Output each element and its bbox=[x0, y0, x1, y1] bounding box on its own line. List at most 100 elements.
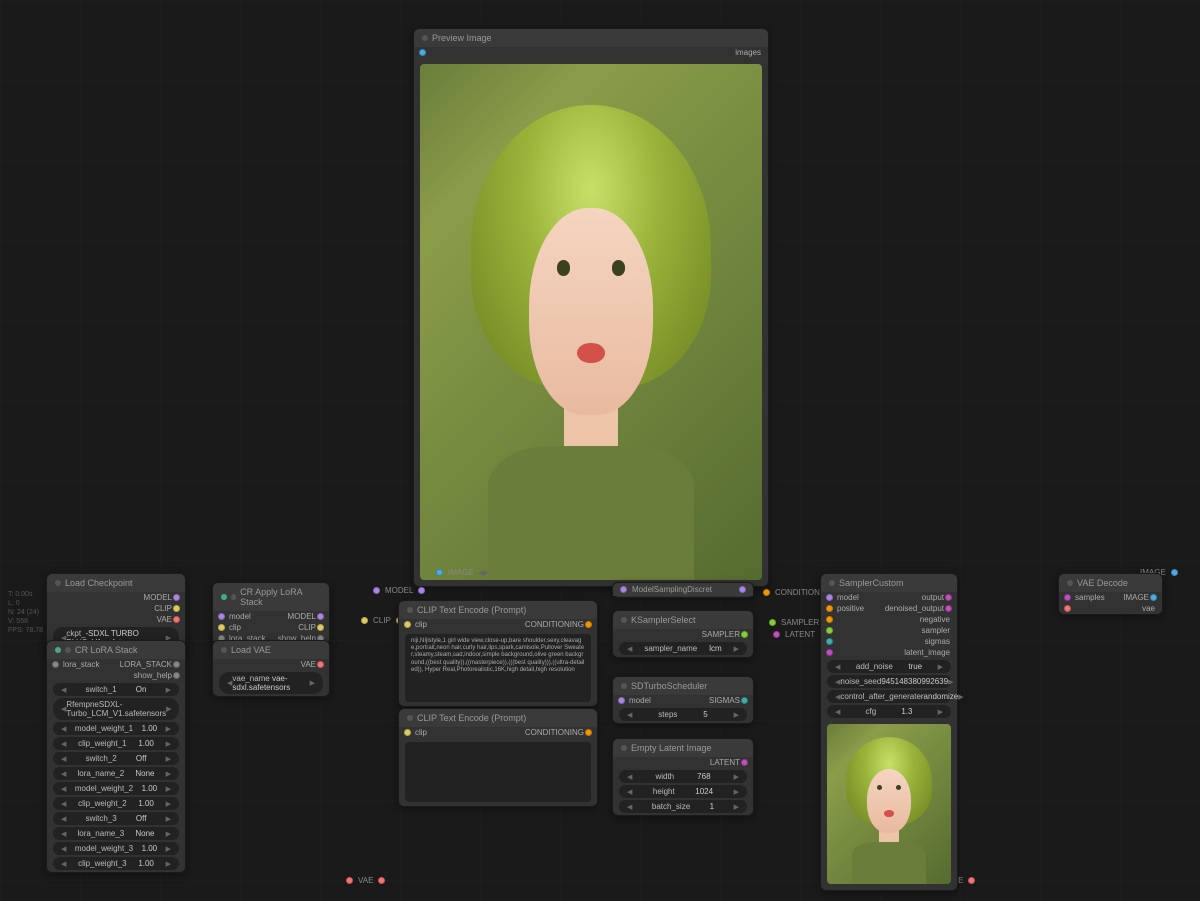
output-label: MODEL bbox=[51, 593, 172, 602]
node-load-vae[interactable]: Load VAE VAE ◀vae_name vae-sdxl.safetens… bbox=[212, 640, 330, 697]
node-apply-lora[interactable]: CR Apply LoRA Stack modelMODEL clipCLIP … bbox=[212, 582, 330, 645]
input-port[interactable] bbox=[826, 594, 833, 601]
lora-widget[interactable]: ◀clip_weight_21.00▶ bbox=[53, 797, 179, 810]
node-header[interactable]: SDTurboScheduler bbox=[613, 677, 753, 695]
output-port-model[interactable] bbox=[173, 594, 180, 601]
output-port-latent[interactable] bbox=[741, 759, 748, 766]
lora-widget[interactable]: ◀lora_name_2None▶ bbox=[53, 767, 179, 780]
node-header[interactable]: ModelSamplingDiscret bbox=[613, 583, 753, 596]
prompt-textarea[interactable]: niji,NIjistyle,1 girl wide view,close-up… bbox=[405, 634, 591, 702]
lora-widget[interactable]: ◀clip_weight_11.00▶ bbox=[53, 737, 179, 750]
input-port[interactable] bbox=[826, 649, 833, 656]
node-header[interactable]: Load Checkpoint bbox=[47, 574, 185, 592]
node-header[interactable]: CLIP Text Encode (Prompt) bbox=[399, 601, 597, 619]
height-widget[interactable]: ◀height1024▶ bbox=[619, 785, 747, 798]
input-port[interactable] bbox=[826, 605, 833, 612]
output-label: IMAGE bbox=[1108, 593, 1149, 602]
input-port[interactable] bbox=[620, 586, 627, 593]
node-sdturbo-scheduler[interactable]: SDTurboScheduler modelSIGMAS ◀steps5▶ bbox=[612, 676, 754, 724]
output-port[interactable] bbox=[173, 672, 180, 679]
node-header[interactable]: KSamplerSelect bbox=[613, 611, 753, 629]
output-port-conditioning[interactable] bbox=[585, 621, 592, 628]
output-label: VAE bbox=[217, 660, 316, 669]
output-port-vae[interactable] bbox=[173, 616, 180, 623]
input-port[interactable] bbox=[1064, 605, 1071, 612]
input-port-images[interactable] bbox=[419, 49, 426, 56]
input-label: clip bbox=[412, 728, 430, 737]
node-clip-encode-positive[interactable]: CLIP Text Encode (Prompt) clipCONDITIONI… bbox=[398, 600, 598, 707]
lora-widget[interactable]: ◀model_weight_21.00▶ bbox=[53, 782, 179, 795]
input-label: model bbox=[626, 696, 654, 705]
node-header[interactable]: VAE Decode bbox=[1059, 574, 1162, 592]
output-port[interactable] bbox=[945, 594, 952, 601]
node-sampler-custom[interactable]: SamplerCustom modeloutput positivedenois… bbox=[820, 573, 958, 891]
input-port[interactable] bbox=[826, 638, 833, 645]
prompt-textarea[interactable] bbox=[405, 742, 591, 802]
sampler-preview bbox=[827, 724, 951, 884]
sampler-widget[interactable]: ◀cfg1.3▶ bbox=[827, 705, 951, 718]
node-header[interactable]: CLIP Text Encode (Prompt) bbox=[399, 709, 597, 727]
output-label: denoised_output bbox=[867, 604, 944, 613]
node-lora-stack[interactable]: CR LoRA Stack lora_stackLORA_STACK show_… bbox=[46, 640, 186, 873]
lora-widget[interactable]: ◀lora_name_3None▶ bbox=[53, 827, 179, 840]
batch-widget[interactable]: ◀batch_size1▶ bbox=[619, 800, 747, 813]
node-model-sampling[interactable]: ModelSamplingDiscret bbox=[612, 582, 754, 598]
output-port-sigmas[interactable] bbox=[741, 697, 748, 704]
lora-widget[interactable]: ◀RfempneSDXL-Turbo_LCM_V1.safetensors▶ bbox=[53, 698, 179, 720]
node-header[interactable]: Load VAE bbox=[213, 641, 329, 659]
output-port[interactable] bbox=[945, 605, 952, 612]
node-ksampler-select[interactable]: KSamplerSelect SAMPLER ◀sampler_namelcm▶ bbox=[612, 610, 754, 658]
node-preview-image[interactable]: Preview Image images bbox=[413, 28, 769, 587]
output-port-lora-stack[interactable] bbox=[173, 661, 180, 668]
node-header[interactable]: SamplerCustom bbox=[821, 574, 957, 592]
reroute-vae-1[interactable]: VAE bbox=[345, 876, 386, 885]
output-port[interactable] bbox=[739, 586, 746, 593]
input-label: clip bbox=[412, 620, 430, 629]
lora-widget[interactable]: ◀clip_weight_31.00▶ bbox=[53, 857, 179, 870]
input-port[interactable] bbox=[618, 697, 625, 704]
node-clip-encode-negative[interactable]: CLIP Text Encode (Prompt) clipCONDITIONI… bbox=[398, 708, 598, 807]
input-port[interactable] bbox=[218, 613, 225, 620]
steps-widget[interactable]: ◀steps5▶ bbox=[619, 708, 747, 721]
lora-widget[interactable]: ◀model_weight_11.00▶ bbox=[53, 722, 179, 735]
sampler-widget[interactable]: ◀add_noisetrue▶ bbox=[827, 660, 951, 673]
output-port-vae[interactable] bbox=[317, 661, 324, 668]
output-port-sampler[interactable] bbox=[741, 631, 748, 638]
input-port-clip[interactable] bbox=[404, 729, 411, 736]
lora-widget[interactable]: ◀switch_2Off▶ bbox=[53, 752, 179, 765]
node-vae-decode[interactable]: VAE Decode samplesIMAGE vae bbox=[1058, 573, 1163, 615]
sampler-widget[interactable]: ◀noise_seed945148380992639▶ bbox=[827, 675, 951, 688]
node-header[interactable]: Preview Image bbox=[414, 29, 768, 47]
output-port-image[interactable] bbox=[1150, 594, 1157, 601]
node-header[interactable]: Empty Latent Image bbox=[613, 739, 753, 757]
output-label: VAE bbox=[51, 615, 172, 624]
output-label: SAMPLER bbox=[617, 630, 740, 639]
reroute-model[interactable]: MODEL bbox=[372, 586, 426, 595]
input-port[interactable] bbox=[826, 627, 833, 634]
lora-widget[interactable]: ◀switch_3Off▶ bbox=[53, 812, 179, 825]
input-port[interactable] bbox=[218, 624, 225, 631]
node-header[interactable]: CR Apply LoRA Stack bbox=[213, 583, 329, 611]
input-label: latent_image bbox=[901, 648, 953, 657]
node-title: CR LoRA Stack bbox=[75, 645, 138, 655]
input-port[interactable] bbox=[826, 616, 833, 623]
output-port[interactable] bbox=[317, 613, 324, 620]
lora-widget[interactable]: ◀model_weight_31.00▶ bbox=[53, 842, 179, 855]
output-port-clip[interactable] bbox=[173, 605, 180, 612]
input-port[interactable] bbox=[1064, 594, 1071, 601]
output-port-conditioning[interactable] bbox=[585, 729, 592, 736]
output-label: LATENT bbox=[617, 758, 740, 767]
node-title: ModelSamplingDiscret bbox=[632, 585, 712, 594]
input-port-clip[interactable] bbox=[404, 621, 411, 628]
preview-output bbox=[420, 64, 762, 580]
width-widget[interactable]: ◀width768▶ bbox=[619, 770, 747, 783]
node-header[interactable]: CR LoRA Stack bbox=[47, 641, 185, 659]
vae-selector[interactable]: ◀vae_name vae-sdxl.safetensors▶ bbox=[219, 672, 323, 694]
node-empty-latent[interactable]: Empty Latent Image LATENT ◀width768▶ ◀he… bbox=[612, 738, 754, 816]
lora-widget[interactable]: ◀switch_1On▶ bbox=[53, 683, 179, 696]
node-title: VAE Decode bbox=[1077, 578, 1128, 588]
input-port-lora-stack[interactable] bbox=[52, 661, 59, 668]
sampler-selector[interactable]: ◀sampler_namelcm▶ bbox=[619, 642, 747, 655]
sampler-widget[interactable]: ◀control_after_generaterandomize▶ bbox=[827, 690, 951, 703]
output-port[interactable] bbox=[317, 624, 324, 631]
